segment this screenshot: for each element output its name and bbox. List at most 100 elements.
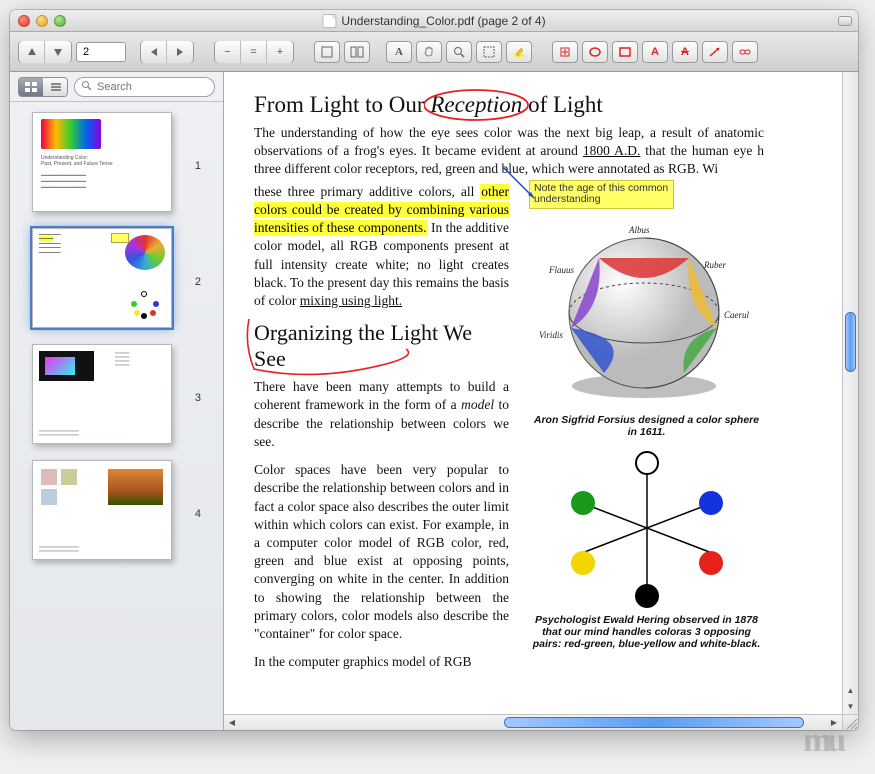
underlined-text: mixing using light.	[300, 293, 402, 308]
arrow-down-icon	[53, 47, 63, 57]
zoom-button[interactable]	[54, 15, 66, 27]
annotation-strikethrough-tool[interactable]: A	[672, 41, 698, 63]
document-icon	[322, 14, 336, 28]
thumbnail-number: 2	[195, 276, 201, 288]
window-title: Understanding_Color.pdf (page 2 of 4)	[322, 14, 545, 28]
page-number-field[interactable]	[76, 42, 126, 62]
toolbar: − = + A	[10, 32, 858, 72]
sticky-note[interactable]: Note the age of this common understandin…	[529, 180, 674, 209]
hering-figure	[547, 448, 747, 608]
hand-icon	[423, 46, 435, 58]
thumbnail-number: 1	[195, 160, 201, 172]
arrow-left-icon	[149, 47, 159, 57]
oval-icon	[588, 46, 602, 58]
annotation-text-tool[interactable]: A	[642, 41, 668, 63]
rect-icon	[618, 46, 632, 58]
pages-icon	[350, 46, 364, 58]
zoom-actual-button[interactable]: =	[241, 41, 267, 63]
annotation-arrow-tool[interactable]	[702, 41, 728, 63]
annotation-oval-tool[interactable]	[582, 41, 608, 63]
body: Understanding Color:Past, Present, and F…	[10, 72, 858, 730]
vertical-scrollbar[interactable]: ▲ ▼	[842, 72, 858, 714]
document-view[interactable]: From Light to Our Reception of Light The…	[224, 72, 858, 730]
arrow-up-icon	[27, 47, 37, 57]
svg-text:Caerul: Caerul	[724, 310, 750, 320]
figure-caption: Psychologist Ewald Hering observed in 18…	[529, 614, 764, 650]
page-up-button[interactable]	[19, 41, 45, 63]
h1-text: From Light to Our	[254, 92, 430, 117]
svg-text:Albus: Albus	[628, 225, 650, 235]
zoom-buttons: − = +	[214, 41, 294, 63]
scroll-left-icon[interactable]: ◀	[224, 715, 240, 730]
underlined-text: 1800 A.D.	[583, 143, 640, 158]
note-plus-icon	[559, 46, 571, 58]
svg-text:Viridis: Viridis	[539, 330, 563, 340]
marquee-tool[interactable]	[476, 41, 502, 63]
search-icon	[81, 80, 92, 94]
forward-button[interactable]	[167, 41, 193, 63]
sidebar-header	[10, 72, 223, 102]
sidebar-view-toggle	[18, 77, 68, 97]
move-tool[interactable]	[416, 41, 442, 63]
history-buttons	[140, 41, 194, 63]
thumbnail-list[interactable]: Understanding Color:Past, Present, and F…	[10, 102, 223, 730]
scroll-right-icon[interactable]: ▶	[826, 715, 842, 730]
figure-caption: Aron Sigfrid Forsius designed a color sp…	[529, 414, 764, 438]
page-icon	[320, 46, 334, 58]
annotation-link-tool[interactable]	[732, 41, 758, 63]
note-connector-icon	[499, 163, 539, 213]
circled-word: Reception	[430, 92, 522, 118]
paragraph: these three primary additive colors, all…	[254, 183, 509, 311]
highlighter-icon	[512, 46, 526, 58]
color-sphere-figure: Flauus Ruber Caerul Viridis Albus	[529, 218, 754, 408]
search-input[interactable]	[74, 77, 215, 97]
page-content: From Light to Our Reception of Light The…	[224, 72, 794, 691]
zoom-in-button[interactable]: +	[267, 41, 293, 63]
app-window: Understanding_Color.pdf (page 2 of 4) −	[10, 10, 858, 730]
paragraph: In the computer graphics model of RGB	[254, 653, 509, 671]
window-title-text: Understanding_Color.pdf (page 2 of 4)	[341, 14, 545, 28]
list-icon	[49, 82, 61, 92]
thumbnail-view-button[interactable]	[19, 78, 43, 96]
grid-icon	[25, 82, 37, 92]
h1-text: of Light	[522, 92, 603, 117]
arrow-right-icon	[175, 47, 185, 57]
heading-1: From Light to Our Reception of Light	[254, 92, 764, 118]
window-controls	[18, 15, 66, 27]
magnifier-icon	[453, 46, 465, 58]
text-select-tool[interactable]: A	[386, 41, 412, 63]
thumbnail-item[interactable]: ━━━━━━━━━━━━━━━━━━━━━━━━━━━━━━━━━━━━━━━━…	[20, 460, 213, 560]
view-single-button[interactable]	[314, 41, 340, 63]
highlight-tool[interactable]	[506, 41, 532, 63]
resize-corner[interactable]	[842, 714, 858, 730]
page-nav-buttons	[18, 41, 72, 63]
thumbnail-item[interactable]: Understanding Color:Past, Present, and F…	[20, 112, 213, 212]
close-button[interactable]	[18, 15, 30, 27]
back-button[interactable]	[141, 41, 167, 63]
heading-2: Organizing the Light We See	[254, 320, 509, 372]
minimize-button[interactable]	[36, 15, 48, 27]
resize-grip-icon	[843, 715, 858, 730]
titlebar: Understanding_Color.pdf (page 2 of 4)	[10, 10, 858, 32]
svg-text:Ruber: Ruber	[703, 260, 726, 270]
page-down-button[interactable]	[45, 41, 71, 63]
magnify-tool[interactable]	[446, 41, 472, 63]
svg-text:Flauus: Flauus	[548, 265, 574, 275]
link-icon	[738, 46, 752, 58]
sidebar: Understanding Color:Past, Present, and F…	[10, 72, 224, 730]
annotation-rect-tool[interactable]	[612, 41, 638, 63]
thumbnail-item[interactable]: ━━━━━━━━━━━━━━━━━━━━━━━━━━━━━━━━ ━━━━━━━…	[20, 344, 213, 444]
thumbnail-number: 4	[195, 508, 201, 520]
zoom-out-button[interactable]: −	[215, 41, 241, 63]
arrow-icon	[708, 46, 722, 58]
view-facing-button[interactable]	[344, 41, 370, 63]
thumbnail-number: 3	[195, 392, 201, 404]
scroll-up-icon[interactable]: ▲	[843, 682, 858, 698]
scroll-down-icon[interactable]: ▼	[843, 698, 858, 714]
horizontal-scrollbar[interactable]: ◀ ▶	[224, 714, 842, 730]
toolbar-pill-icon[interactable]	[838, 16, 852, 26]
outline-view-button[interactable]	[43, 78, 67, 96]
add-note-tool[interactable]	[552, 41, 578, 63]
thumbnail-item[interactable]: ━━━━━━━━━━━━━━━━━━━━━━━━━━━━━━━━━━━━━━━━…	[20, 228, 213, 328]
search-wrap	[74, 77, 215, 97]
